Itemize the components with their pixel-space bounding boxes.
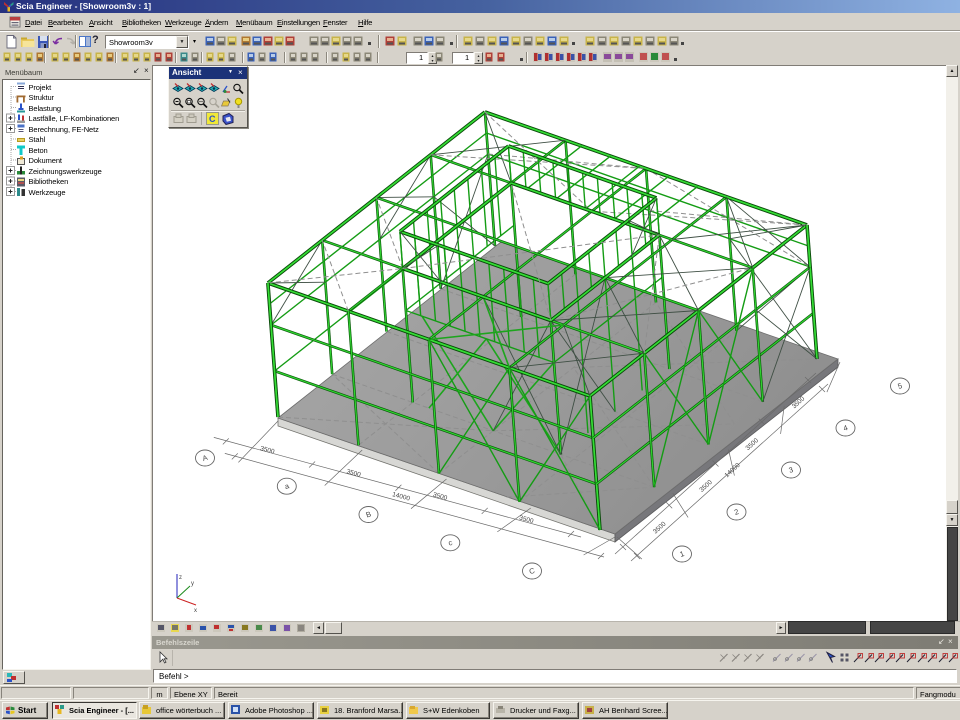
svg-text:14000: 14000 xyxy=(391,491,411,503)
svg-text:y: y xyxy=(191,581,194,587)
svg-text:3500: 3500 xyxy=(698,479,714,494)
svg-text:3500: 3500 xyxy=(518,515,534,526)
svg-text:C: C xyxy=(209,114,216,124)
svg-text:3500: 3500 xyxy=(259,445,275,456)
svg-text:x: x xyxy=(194,608,197,614)
svg-text:3500: 3500 xyxy=(432,491,448,502)
svg-text:3500: 3500 xyxy=(745,437,761,452)
svg-text:3500: 3500 xyxy=(652,520,668,535)
svg-text:3500: 3500 xyxy=(346,468,362,479)
svg-text:z: z xyxy=(179,575,182,581)
